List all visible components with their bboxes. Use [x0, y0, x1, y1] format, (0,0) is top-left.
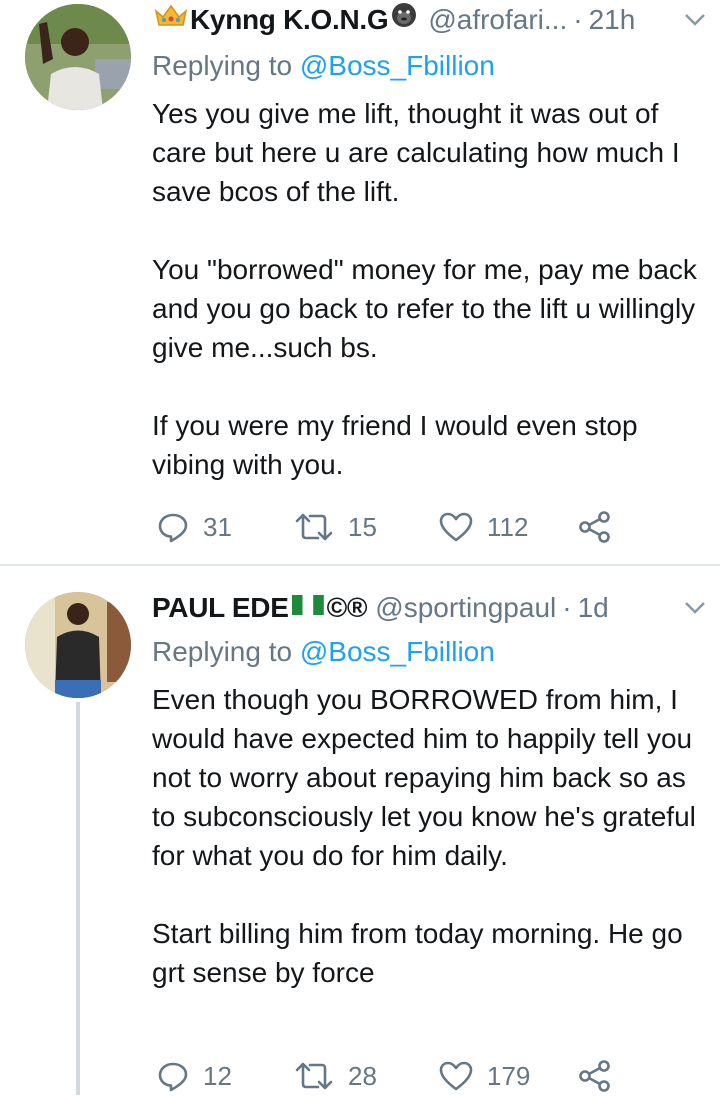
like-button[interactable]: 112	[439, 507, 528, 547]
display-name[interactable]: Kynng K.O.N.G	[190, 0, 389, 40]
thread-line	[76, 702, 80, 1095]
handle[interactable]: @sportingpaul	[375, 588, 556, 628]
share-button[interactable]	[578, 507, 612, 547]
chevron-down-icon[interactable]	[674, 588, 706, 628]
reply-button[interactable]: 12	[157, 1056, 232, 1096]
retweet-button[interactable]: 28	[294, 1056, 377, 1096]
retweet-icon	[295, 513, 333, 541]
avatar-photo	[25, 4, 131, 110]
tweet-paragraph: You "borrowed" money for me, pay me back…	[152, 254, 697, 363]
mention-link[interactable]: @Boss_Fbillion	[300, 636, 495, 667]
display-name[interactable]: PAUL EDE	[152, 588, 289, 628]
heart-icon	[439, 512, 473, 542]
tweet-text: Even though you BORROWED from him, I wou…	[152, 680, 712, 992]
reply-count: 12	[203, 1060, 232, 1091]
reply-count: 31	[203, 511, 232, 542]
heart-icon	[439, 1061, 473, 1091]
timestamp[interactable]: 21h	[589, 0, 636, 40]
share-button[interactable]	[578, 1056, 612, 1096]
avatar[interactable]	[25, 592, 131, 698]
replying-label: Replying to	[152, 50, 293, 81]
like-count: 112	[487, 511, 529, 542]
like-button[interactable]: 179	[439, 1056, 530, 1096]
tweet-paragraph: Even though you BORROWED from him, I wou…	[152, 684, 696, 871]
gorilla-icon	[390, 0, 418, 40]
action-bar: 12 28 179	[152, 1056, 632, 1096]
retweet-count: 28	[348, 1060, 377, 1091]
name-suffix: ©®	[326, 592, 368, 623]
share-icon	[579, 511, 610, 543]
tweet-paragraph: If you were my friend I would even stop …	[152, 410, 638, 480]
separator-dot: ·	[573, 4, 583, 35]
retweet-icon	[295, 1062, 333, 1090]
crown-icon	[154, 0, 188, 40]
retweet-count: 15	[348, 511, 377, 542]
replying-to: Replying to @Boss_Fbillion	[152, 46, 495, 86]
tweet-header: PAUL EDE ©® @sportingpaul · 1d	[152, 588, 706, 628]
replying-to: Replying to @Boss_Fbillion	[152, 632, 495, 672]
reply-button[interactable]: 31	[157, 507, 232, 547]
action-bar: 31 15 112	[152, 507, 632, 547]
retweet-button[interactable]: 15	[294, 507, 377, 547]
tweet[interactable]: PAUL EDE ©® @sportingpaul · 1d Replying …	[0, 566, 720, 1095]
mention-link[interactable]: @Boss_Fbillion	[300, 50, 495, 81]
timestamp[interactable]: 1d	[578, 588, 609, 628]
reply-icon	[158, 513, 188, 543]
tweet-header: Kynng K.O.N.G @afrofari... · 21h	[152, 0, 706, 40]
tweet-text: Yes you give me lift, thought it was out…	[152, 94, 712, 484]
nigeria-flag-icon	[291, 588, 325, 628]
tweet[interactable]: Kynng K.O.N.G @afrofari... · 21h Replyin…	[0, 0, 720, 565]
reply-icon	[158, 1062, 188, 1092]
avatar[interactable]	[25, 4, 131, 110]
replying-label: Replying to	[152, 636, 293, 667]
tweet-paragraph: Yes you give me lift, thought it was out…	[152, 98, 680, 207]
share-icon	[579, 1060, 610, 1092]
handle[interactable]: @afrofari...	[428, 0, 567, 40]
like-count: 179	[487, 1060, 531, 1091]
tweet-paragraph: Start billing him from today morning. He…	[152, 918, 683, 988]
separator-dot: ·	[562, 592, 572, 623]
chevron-down-icon[interactable]	[674, 0, 706, 40]
avatar-photo	[25, 592, 131, 698]
